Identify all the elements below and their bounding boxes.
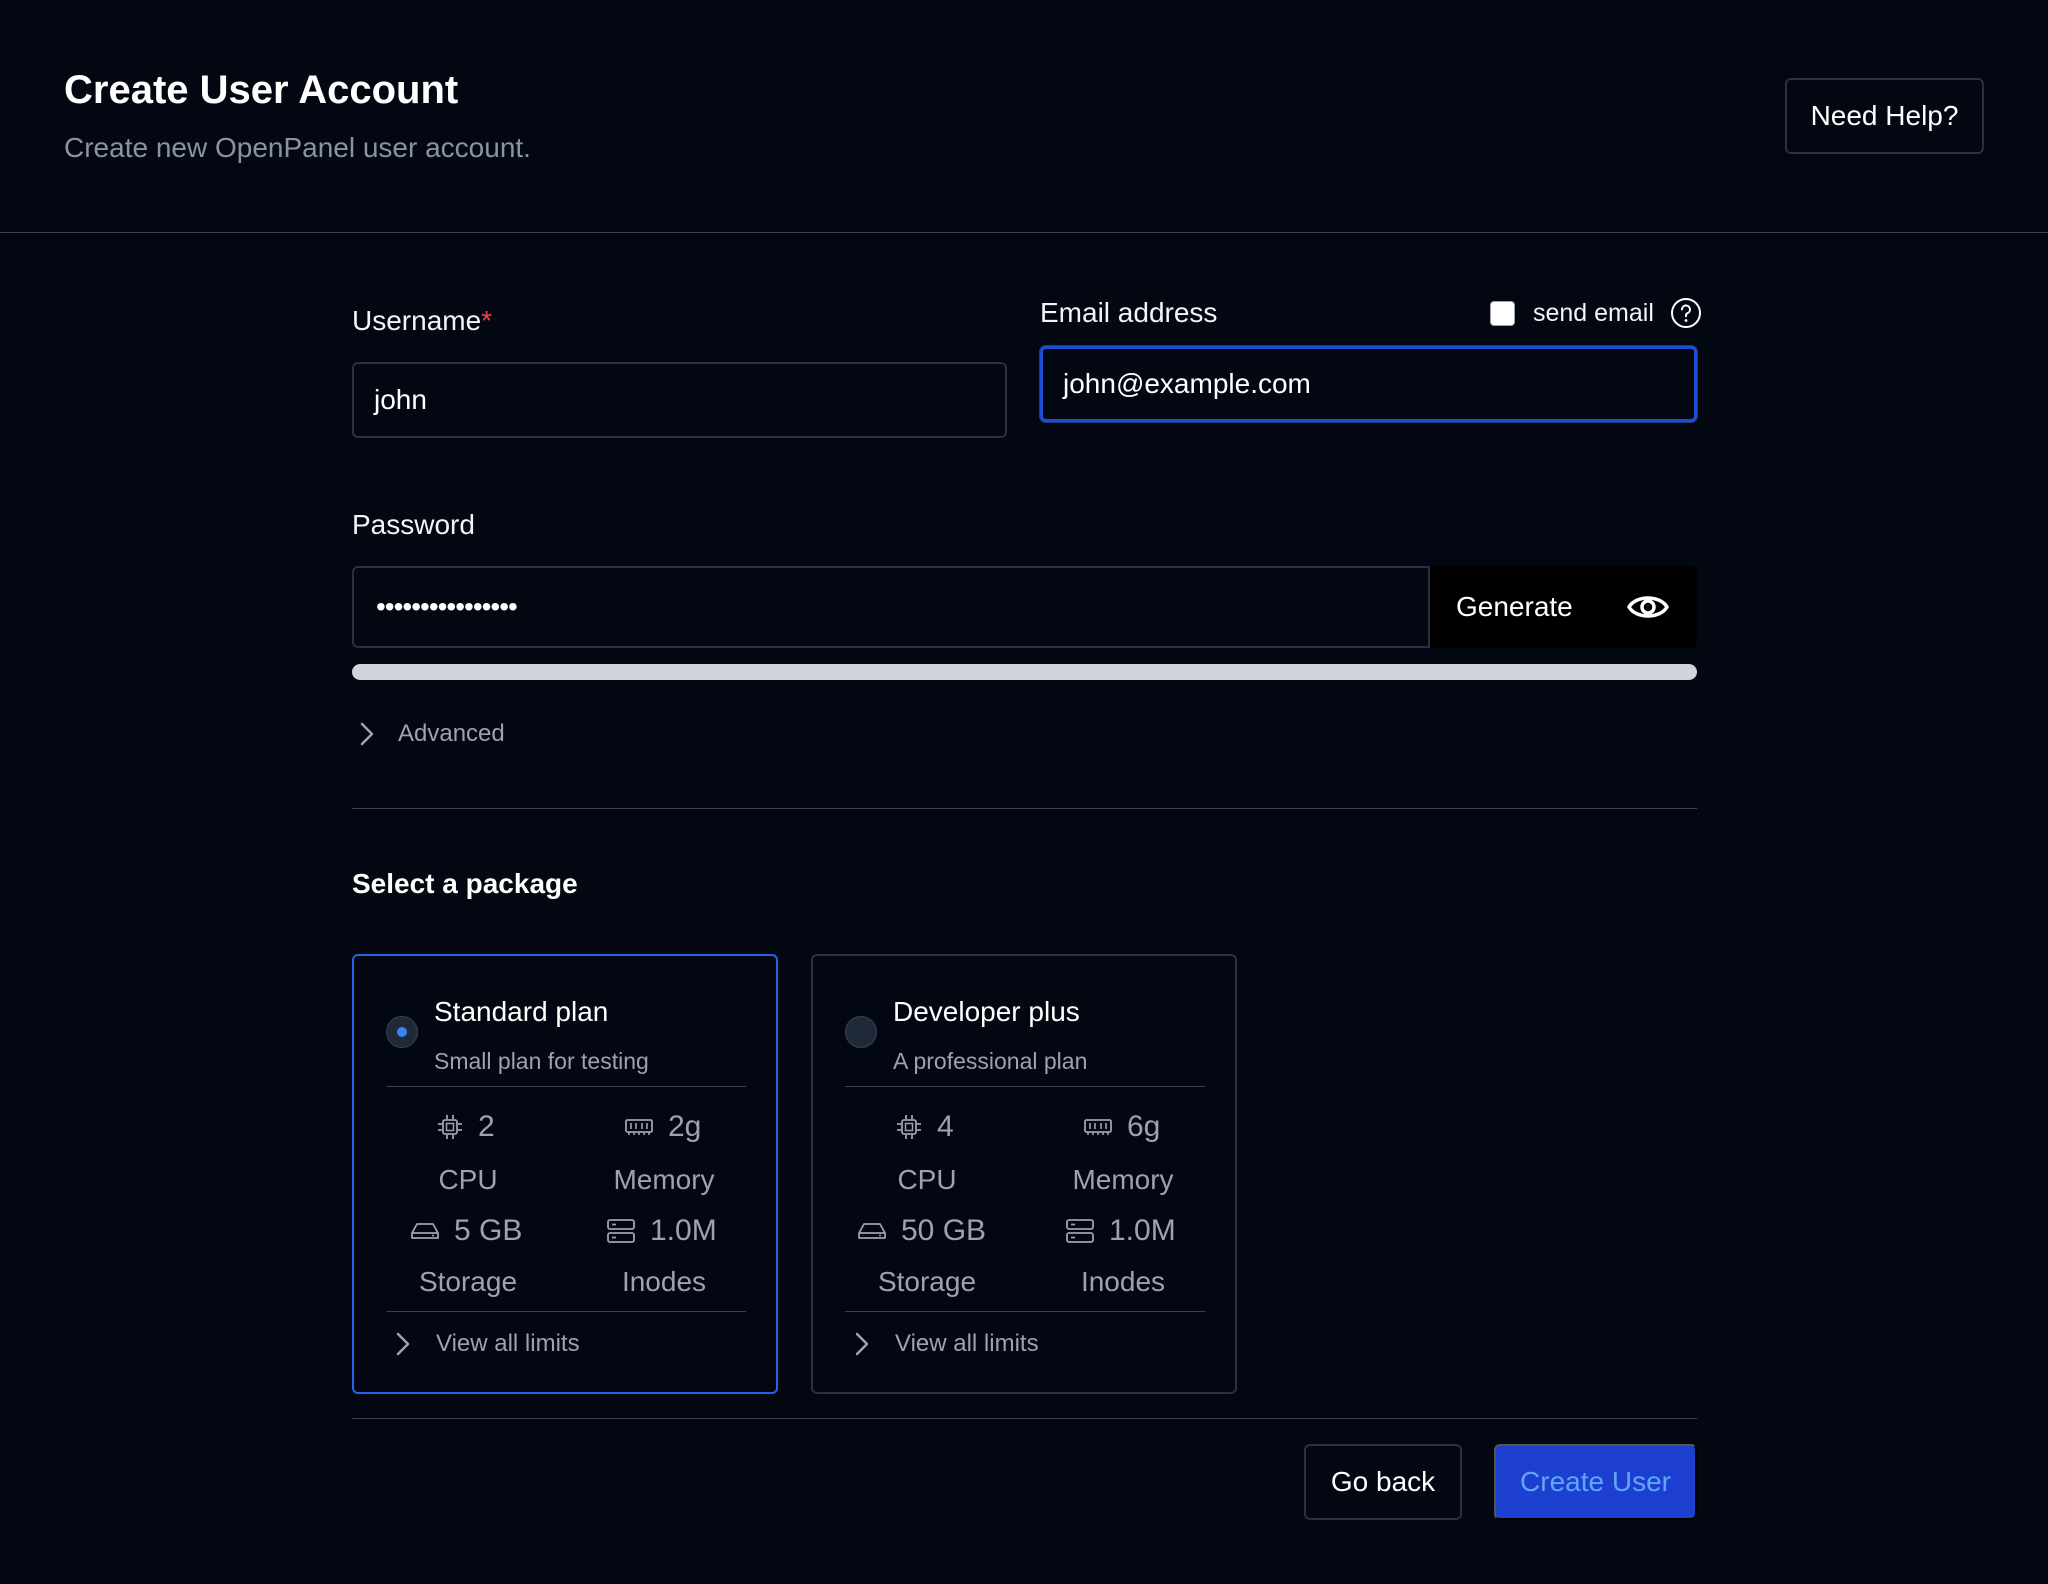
storage-value: 5 GB	[454, 1214, 523, 1247]
cpu-value: 2	[478, 1110, 495, 1143]
view-limits-toggle[interactable]: View all limits	[392, 1330, 580, 1358]
cpu-spec: 2	[436, 1110, 495, 1144]
storage-value: 50 GB	[901, 1214, 987, 1247]
cpu-icon	[897, 1115, 921, 1139]
memory-value: 2g	[668, 1110, 702, 1143]
chevron-right-icon	[396, 1332, 410, 1356]
package-name: Standard plan	[434, 996, 609, 1027]
create-user-button[interactable]: Create User	[1494, 1444, 1697, 1520]
send-email-toggle[interactable]: send email	[1490, 297, 1702, 329]
hard-drive-icon	[858, 1223, 886, 1239]
memory-icon	[625, 1119, 653, 1135]
package-section-title: Select a package	[352, 868, 578, 899]
memory-value: 6g	[1127, 1110, 1161, 1143]
page-header: Create User Account Create new OpenPanel…	[0, 0, 2048, 233]
package-description: A professional plan	[893, 1048, 1088, 1074]
inodes-label: Inodes	[1080, 1266, 1166, 1297]
cpu-label: CPU	[897, 1164, 957, 1195]
username-input[interactable]: john	[352, 362, 1007, 438]
view-limits-toggle[interactable]: View all limits	[851, 1330, 1039, 1358]
package-card-developer[interactable]: Developer plus A professional plan 4 CPU…	[811, 954, 1237, 1394]
generate-password-button[interactable]: Generate	[1456, 566, 1573, 648]
question-circle-icon[interactable]	[1670, 297, 1702, 329]
advanced-label: Advanced	[398, 720, 505, 747]
package-radio[interactable]	[386, 1016, 418, 1048]
server-icon	[607, 1219, 635, 1243]
memory-spec: 2g	[624, 1110, 701, 1144]
section-divider	[352, 808, 1697, 809]
password-input[interactable]: ••••••••••••••••	[352, 566, 1430, 648]
card-divider	[845, 1311, 1205, 1312]
go-back-button[interactable]: Go back	[1304, 1444, 1462, 1520]
send-email-label: send email	[1533, 298, 1654, 327]
hard-drive-icon	[411, 1223, 439, 1239]
email-input[interactable]: john@example.com	[1040, 346, 1697, 422]
email-label: Email address	[1040, 297, 1218, 328]
password-label: Password	[352, 509, 475, 540]
password-group: •••••••••••••••• Generate	[352, 566, 1697, 648]
required-mark: *	[481, 305, 493, 336]
memory-spec: 6g	[1083, 1110, 1160, 1144]
cpu-spec: 4	[895, 1110, 954, 1144]
inodes-spec: 1.0M	[606, 1214, 717, 1248]
username-label-text: Username	[352, 305, 482, 336]
view-limits-label: View all limits	[895, 1330, 1039, 1357]
view-limits-label: View all limits	[436, 1330, 580, 1357]
footer-divider	[352, 1418, 1697, 1419]
storage-label: Storage	[418, 1266, 518, 1297]
memory-icon	[1084, 1119, 1112, 1135]
cpu-icon	[438, 1115, 462, 1139]
cpu-value: 4	[937, 1110, 954, 1143]
cpu-label: CPU	[438, 1164, 498, 1195]
chevron-right-icon	[855, 1332, 869, 1356]
inodes-label: Inodes	[621, 1266, 707, 1297]
page-subtitle: Create new OpenPanel user account.	[64, 132, 531, 163]
package-radio[interactable]	[845, 1016, 877, 1048]
inodes-value: 1.0M	[650, 1214, 717, 1247]
package-name: Developer plus	[893, 996, 1080, 1027]
chevron-right-icon	[360, 722, 374, 746]
send-email-checkbox[interactable]	[1490, 300, 1515, 326]
page-title: Create User Account	[64, 68, 459, 112]
inodes-spec: 1.0M	[1065, 1214, 1176, 1248]
server-icon	[1066, 1219, 1094, 1243]
card-divider	[386, 1311, 746, 1312]
storage-spec: 5 GB	[410, 1214, 522, 1248]
storage-spec: 50 GB	[857, 1214, 986, 1248]
package-description: Small plan for testing	[434, 1048, 649, 1074]
need-help-button[interactable]: Need Help?	[1785, 78, 1984, 154]
card-divider	[845, 1086, 1205, 1087]
advanced-toggle[interactable]: Advanced	[356, 720, 505, 748]
password-strength-bar	[352, 664, 1697, 680]
eye-icon[interactable]	[1626, 586, 1670, 628]
package-card-standard[interactable]: Standard plan Small plan for testing 2 C…	[352, 954, 778, 1394]
memory-label: Memory	[1072, 1164, 1174, 1195]
storage-label: Storage	[877, 1266, 977, 1297]
password-addon: Generate	[1430, 566, 1697, 648]
card-divider	[386, 1086, 746, 1087]
memory-label: Memory	[613, 1164, 715, 1195]
username-label: Username*	[352, 305, 492, 337]
inodes-value: 1.0M	[1109, 1214, 1176, 1247]
